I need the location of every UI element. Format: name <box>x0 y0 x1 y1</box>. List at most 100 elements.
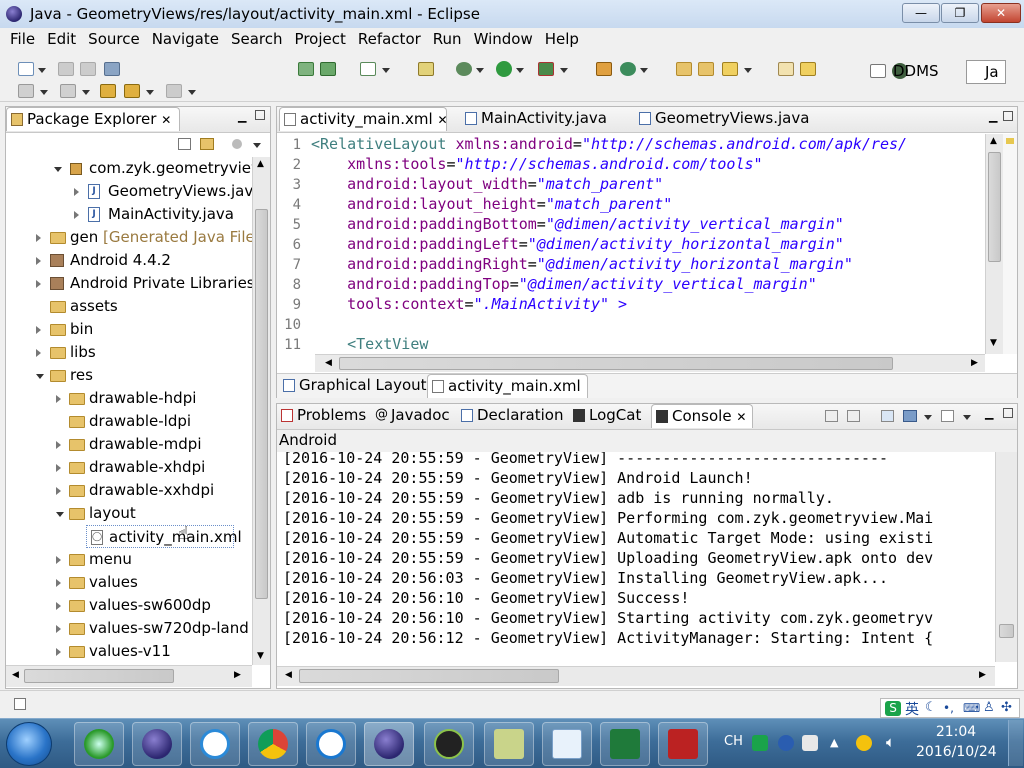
scroll-left-icon[interactable]: ◀ <box>325 358 332 368</box>
view-menu-icon[interactable] <box>232 139 242 149</box>
maximize-view-icon[interactable] <box>1003 111 1013 121</box>
expand-arrow-icon[interactable] <box>36 326 41 334</box>
close-button[interactable]: ✕ <box>981 3 1021 23</box>
taskbar-notepad[interactable] <box>542 722 592 766</box>
editor-vscroll[interactable]: ▲ ▼ <box>985 134 1003 354</box>
menu-search[interactable]: Search <box>225 28 289 52</box>
tab-close-icon[interactable]: ✕ <box>736 410 746 424</box>
scroll-thumb[interactable] <box>999 624 1014 638</box>
system-clock[interactable]: 21:04 2016/10/24 <box>916 722 997 762</box>
start-button[interactable] <box>6 722 52 766</box>
scroll-thumb[interactable] <box>255 209 268 599</box>
menu-refactor[interactable]: Refactor <box>352 28 427 52</box>
link-with-editor-icon[interactable] <box>200 138 214 150</box>
open-type-icon[interactable] <box>676 62 692 76</box>
tree-row-libs[interactable]: libs <box>6 341 252 364</box>
minimize-button[interactable]: — <box>902 3 940 23</box>
console-vscroll[interactable] <box>995 452 1017 662</box>
last-edit-icon[interactable] <box>100 84 116 98</box>
taskbar-chrome[interactable] <box>248 722 298 766</box>
app-tray-icon[interactable] <box>802 735 818 751</box>
minimize-view-icon[interactable]: ▁ <box>985 407 993 420</box>
open-console-dropdown-icon[interactable] <box>963 415 971 420</box>
tab-problems[interactable]: Problems <box>277 404 372 428</box>
scroll-thumb[interactable] <box>339 357 893 370</box>
minimize-view-icon[interactable]: ▁ <box>989 110 997 123</box>
scroll-up-icon[interactable]: ▲ <box>990 136 997 146</box>
tree-row-gen[interactable]: gen [Generated Java Files] <box>6 226 252 249</box>
show-hidden-icons-icon[interactable]: ▲ <box>830 736 838 749</box>
scroll-up-icon[interactable]: ▲ <box>257 159 264 169</box>
tab-close-icon[interactable]: ✕ <box>437 113 447 127</box>
punctuation-icon[interactable]: •, <box>943 701 954 715</box>
language-indicator[interactable]: CH <box>724 734 743 749</box>
annotation-icon[interactable] <box>778 62 794 76</box>
user-icon[interactable]: ♙ <box>983 700 995 715</box>
expand-arrow-icon[interactable] <box>56 395 61 403</box>
tree-row-android-private-libraries[interactable]: Android Private Libraries <box>6 272 252 295</box>
checklist-dropdown-icon[interactable] <box>382 68 390 73</box>
back-icon[interactable] <box>124 84 140 98</box>
print-icon[interactable] <box>104 62 120 76</box>
new-class-icon[interactable] <box>596 62 612 76</box>
save-all-icon[interactable] <box>80 62 96 76</box>
search-icon[interactable] <box>722 62 738 76</box>
tree-row-geometryviews-java[interactable]: J GeometryViews.java <box>6 180 252 203</box>
expand-arrow-icon[interactable] <box>74 188 79 196</box>
settings-icon[interactable]: ✣ <box>1001 700 1012 715</box>
taskbar-cloud-app[interactable] <box>190 722 240 766</box>
scroll-lock-icon[interactable] <box>847 410 860 422</box>
ime-language[interactable]: 英 <box>905 699 919 719</box>
moon-icon[interactable]: ☾ <box>925 700 937 715</box>
open-task-icon[interactable] <box>698 62 714 76</box>
menu-edit[interactable]: Edit <box>41 28 82 52</box>
menu-file[interactable]: File <box>4 28 41 52</box>
view-menu-dropdown-icon[interactable] <box>253 143 261 148</box>
tree-row-values[interactable]: values <box>6 571 252 594</box>
scroll-right-icon[interactable]: ▶ <box>979 670 986 680</box>
back-dropdown-icon[interactable] <box>146 90 154 95</box>
menu-run[interactable]: Run <box>427 28 468 52</box>
search-dropdown-icon[interactable] <box>744 68 752 73</box>
scroll-right-icon[interactable]: ▶ <box>234 670 241 680</box>
menu-help[interactable]: Help <box>539 28 585 52</box>
refresh-dropdown-icon[interactable] <box>640 68 648 73</box>
help-tray-icon[interactable] <box>778 735 794 751</box>
tab-geometryviews-java[interactable]: GeometryViews.java <box>635 107 815 131</box>
taskbar-notes[interactable] <box>484 722 534 766</box>
tree-row-values-sw720dp-land[interactable]: values-sw720dp-land <box>6 617 252 640</box>
taskbar-android-emulator[interactable] <box>424 722 474 766</box>
expand-arrow-icon[interactable] <box>56 556 61 564</box>
menu-project[interactable]: Project <box>289 28 352 52</box>
display-console-icon[interactable] <box>903 410 917 422</box>
tab-activity-main-xml-source[interactable]: activity_main.xml <box>427 374 588 398</box>
pin-console-icon[interactable] <box>881 410 894 422</box>
expand-arrow-icon[interactable] <box>56 602 61 610</box>
new-icon[interactable] <box>18 62 34 76</box>
sogou-ime-icon[interactable]: S <box>885 701 901 716</box>
sogou-tray-icon[interactable] <box>752 735 768 751</box>
tree-row-mainactivity-java[interactable]: J MainActivity.java <box>6 203 252 226</box>
maximize-button[interactable]: ❐ <box>941 3 979 23</box>
tree-row-android-442[interactable]: Android 4.4.2 <box>6 249 252 272</box>
expand-arrow-icon[interactable] <box>54 167 62 172</box>
tab-console[interactable]: Console ✕ <box>651 404 754 428</box>
prev-annotation-icon[interactable] <box>60 84 76 98</box>
menu-window[interactable]: Window <box>468 28 539 52</box>
tree-row-values-v11[interactable]: values-v11 <box>6 640 252 663</box>
tree-row-drawable-xxhdpi[interactable]: drawable-xxhdpi <box>6 479 252 502</box>
eclipse-app-icon[interactable] <box>6 6 22 22</box>
checklist-icon[interactable] <box>360 62 376 76</box>
expand-arrow-icon[interactable] <box>36 257 41 265</box>
menu-navigate[interactable]: Navigate <box>146 28 225 52</box>
maximize-view-icon[interactable] <box>1003 408 1013 418</box>
tree-row-drawable-ldpi[interactable]: drawable-ldpi <box>6 410 252 433</box>
taskbar-excel[interactable] <box>600 722 650 766</box>
security-tray-icon[interactable] <box>856 735 872 751</box>
tree-row-bin[interactable]: bin <box>6 318 252 341</box>
tab-package-explorer[interactable]: Package Explorer ✕ <box>6 107 180 131</box>
perspective-ddms[interactable]: DDMS <box>893 62 939 80</box>
android-sdk-icon[interactable] <box>298 62 314 76</box>
tab-activity-main-xml[interactable]: activity_main.xml ✕ <box>279 107 448 131</box>
show-desktop-button[interactable] <box>1008 720 1023 766</box>
